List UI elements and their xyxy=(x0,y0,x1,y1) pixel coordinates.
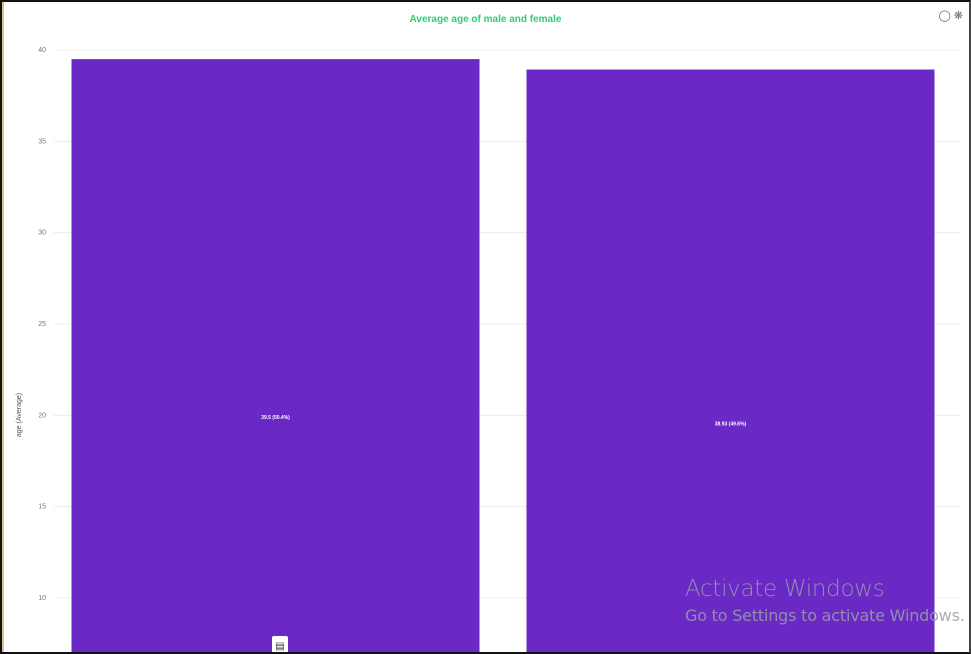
y-tick-label: 15 xyxy=(38,504,46,511)
y-tick-label: 25 xyxy=(38,321,46,328)
data-label: 39.5 (50.4%) xyxy=(261,415,290,421)
data-label: 38.93 (49.6%) xyxy=(715,422,747,428)
drag-handle-icon[interactable]: ▤ xyxy=(272,636,288,652)
bar[interactable] xyxy=(526,69,935,652)
y-tick-label: 10 xyxy=(38,595,46,602)
y-tick-label: 30 xyxy=(38,230,46,237)
y-tick-label: 20 xyxy=(38,412,46,419)
y-axis-ticks: 10 15 20 25 30 35 40 xyxy=(38,47,46,602)
y-axis-label: age (Average) xyxy=(16,393,23,437)
y-tick-label: 40 xyxy=(38,47,46,54)
chart-frame: Average age of male and female ◯ ❋ 10 15 2… xyxy=(0,0,971,654)
bars xyxy=(71,59,935,652)
bar-chart: 10 15 20 25 30 35 40 age (Average) 39.5 (50.4%… xyxy=(16,47,960,652)
y-tick-label: 35 xyxy=(38,138,46,145)
bar[interactable] xyxy=(71,59,480,652)
